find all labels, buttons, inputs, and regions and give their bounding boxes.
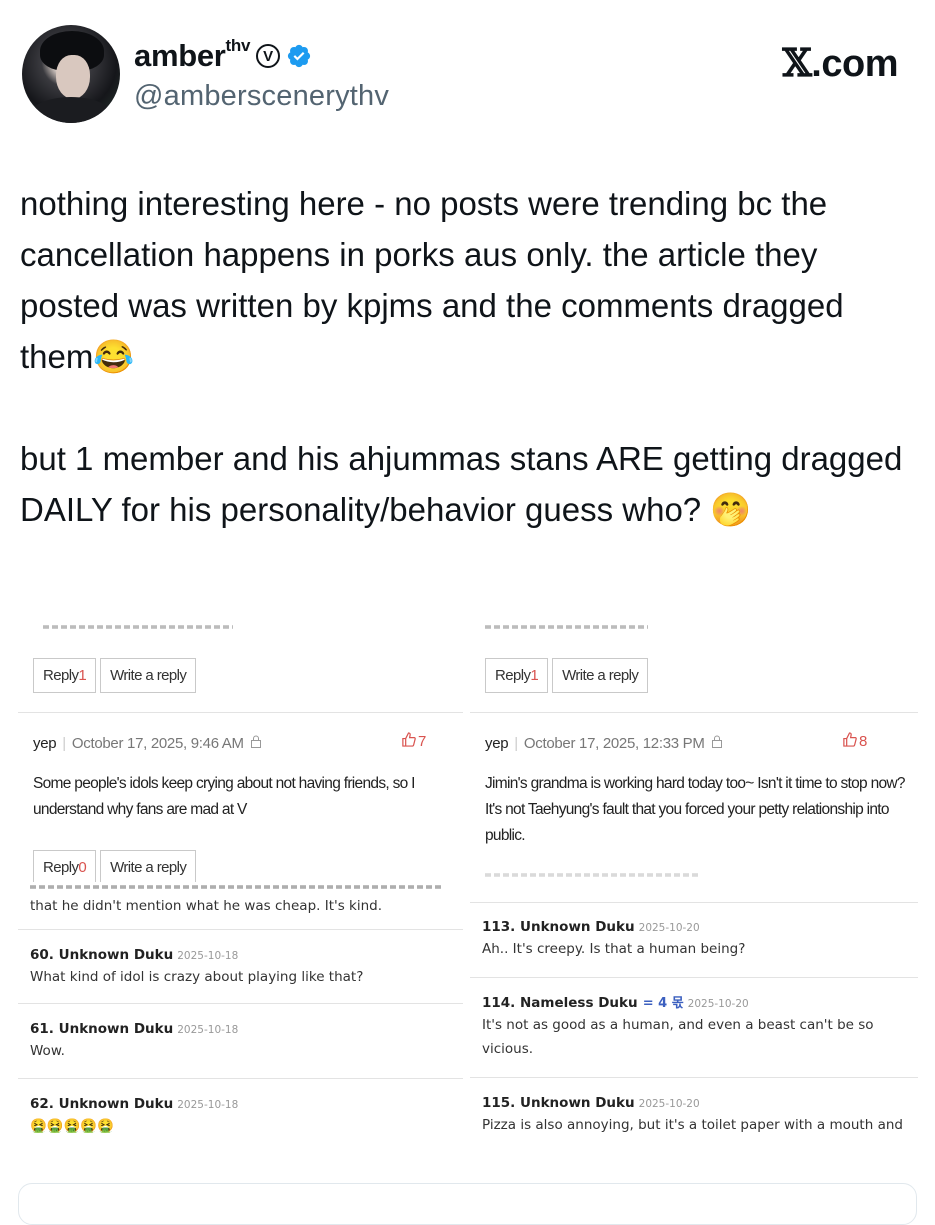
write-reply-button[interactable]: Write a reply <box>100 658 197 693</box>
post-date: 2025-10-20 <box>638 1098 700 1110</box>
comment-meta: yep | October 17, 2025, 9:46 AM <box>33 735 262 752</box>
quote-card-edge[interactable] <box>18 1183 917 1225</box>
user-level-tag: = 4 몫 <box>642 996 684 1011</box>
forum-post: 60. Unknown Duku 2025-10-18 What kind of … <box>30 944 455 989</box>
reply-buttons: Reply0 Write a reply <box>33 850 197 885</box>
forum-post: 113. Unknown Duku 2025-10-20 Ah.. It's cr… <box>482 916 912 961</box>
cut-text-line <box>30 885 443 889</box>
comment-meta: yep | October 17, 2025, 12:33 PM <box>485 735 723 752</box>
lock-icon <box>250 735 262 752</box>
attached-screenshot[interactable]: Reply1 Write a reply yep | October 17, 2… <box>18 610 918 1170</box>
post-date: 2025-10-18 <box>177 1024 239 1036</box>
reply-button[interactable]: Reply1 <box>33 658 97 693</box>
post-body: What kind of idol is crazy about playing… <box>30 969 364 985</box>
cut-post-text: that he didn't mention what he was cheap… <box>30 898 383 914</box>
divider <box>470 712 918 713</box>
tweet-text: nothing interesting here - no posts were… <box>20 178 915 535</box>
thumbs-up-icon <box>401 732 416 751</box>
post-body: Pizza is also annoying, but it's a toile… <box>482 1117 903 1133</box>
post-body: Wow. <box>30 1043 65 1059</box>
post-date: 2025-10-18 <box>177 1099 239 1111</box>
tweet-paragraph-1: nothing interesting here - no posts were… <box>20 185 844 375</box>
write-reply-button[interactable]: Write a reply <box>100 850 197 885</box>
brand-suffix: .com <box>811 43 898 85</box>
author-name-row: amberthv V <box>134 36 312 74</box>
post-body: 🤮🤮🤮🤮🤮 <box>30 1118 115 1134</box>
post-author[interactable]: 114. Nameless Duku <box>482 995 638 1011</box>
post-author[interactable]: 113. Unknown Duku <box>482 919 635 935</box>
meta-separator: | <box>62 735 66 752</box>
comment-text: Jimin's grandma is working hard today to… <box>485 775 906 844</box>
comment-panel-left: Reply1 Write a reply yep | October 17, 2… <box>18 610 463 885</box>
x-com-brand: 𝕏.com <box>782 40 898 86</box>
forum-post: 114. Nameless Duku = 4 몫 2025-10-20 It's … <box>482 992 907 1061</box>
meta-separator: | <box>514 735 518 752</box>
v-badge-icon: V <box>256 44 281 68</box>
divider <box>18 929 463 930</box>
lock-icon <box>711 735 723 752</box>
display-name[interactable]: amberthv <box>134 36 250 74</box>
post-author[interactable]: 61. Unknown Duku <box>30 1021 173 1037</box>
comment-date: October 17, 2025, 12:33 PM <box>523 735 705 752</box>
cut-text-line <box>43 625 233 629</box>
forum-post: 62. Unknown Duku 2025-10-18 🤮🤮🤮🤮🤮 <box>30 1093 455 1138</box>
cut-text-line <box>485 625 648 629</box>
avatar-shoulder <box>28 97 114 123</box>
comment-user: yep <box>485 735 509 752</box>
divider <box>470 902 918 903</box>
reply-buttons: Reply1 Write a reply <box>485 658 649 693</box>
divider <box>18 1078 463 1079</box>
post-author[interactable]: 115. Unknown Duku <box>482 1095 635 1111</box>
comment-user: yep <box>33 735 57 752</box>
like-count[interactable]: 7 <box>401 732 426 751</box>
forum-panel-left: that he didn't mention what he was cheap… <box>18 882 463 1170</box>
post-author[interactable]: 62. Unknown Duku <box>30 1096 173 1112</box>
divider <box>470 977 918 978</box>
divider <box>470 1077 918 1078</box>
divider <box>18 712 463 713</box>
tweet-paragraph-2: but 1 member and his ahjummas stans ARE … <box>20 440 903 528</box>
post-body: It's not as good as a human, and even a … <box>482 1017 874 1057</box>
forum-post: 115. Unknown Duku 2025-10-20 Pizza is als… <box>482 1092 907 1137</box>
profile-avatar[interactable] <box>22 25 120 123</box>
x-logo-icon: 𝕏 <box>782 40 812 85</box>
forum-panel-right: 113. Unknown Duku 2025-10-20 Ah.. It's cr… <box>470 902 918 1170</box>
comment-date: October 17, 2025, 9:46 AM <box>71 735 244 752</box>
reply-buttons: Reply1 Write a reply <box>33 658 197 693</box>
post-body: Ah.. It's creepy. Is that a human being? <box>482 941 746 957</box>
write-reply-button[interactable]: Write a reply <box>552 658 649 693</box>
post-date: 2025-10-20 <box>687 998 749 1010</box>
cut-button-line <box>485 873 698 877</box>
reply-button[interactable]: Reply1 <box>485 658 549 693</box>
divider <box>18 1003 463 1004</box>
reply-button[interactable]: Reply0 <box>33 850 97 885</box>
forum-post: 61. Unknown Duku 2025-10-18 Wow. <box>30 1018 455 1063</box>
comment-text: Some people's idols keep crying about no… <box>33 775 415 818</box>
post-date: 2025-10-18 <box>177 950 239 962</box>
like-count[interactable]: 8 <box>842 732 867 751</box>
comment-panel-right: Reply1 Write a reply yep | October 17, 2… <box>470 610 918 885</box>
post-date: 2025-10-20 <box>638 922 700 934</box>
avatar-face <box>56 55 90 99</box>
author-handle[interactable]: @amberscenerythv <box>134 80 389 113</box>
verified-badge-icon <box>286 43 312 69</box>
thumbs-up-icon <box>842 732 857 751</box>
post-author[interactable]: 60. Unknown Duku <box>30 947 173 963</box>
